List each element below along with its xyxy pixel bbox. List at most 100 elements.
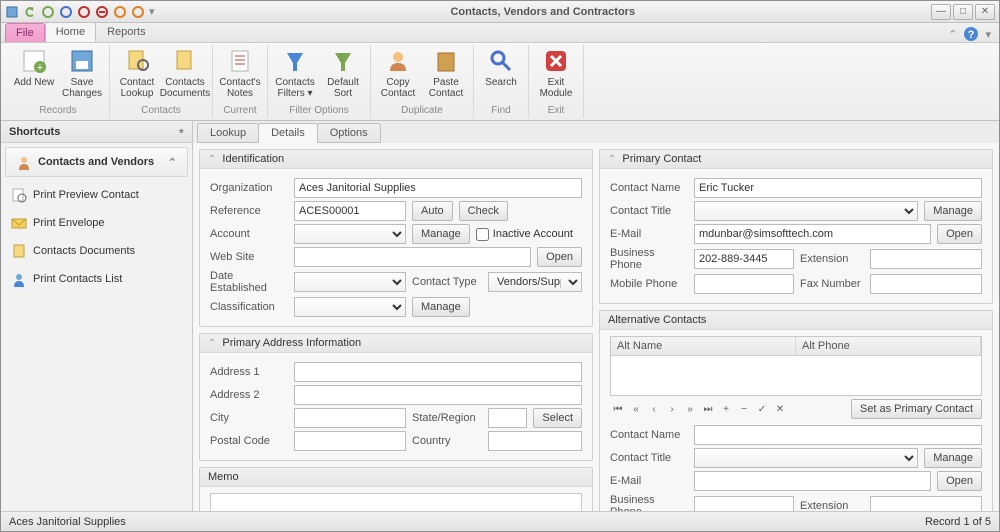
undo-icon[interactable]: [23, 5, 37, 19]
alt-title-select[interactable]: [694, 448, 918, 468]
primary-contact-title: Primary Contact: [622, 153, 701, 165]
contacts-documents-button[interactable]: Contacts Documents: [162, 45, 208, 103]
alt-manage-button[interactable]: Manage: [924, 448, 982, 468]
date-established-select[interactable]: [294, 272, 406, 292]
contact-name-field[interactable]: [694, 178, 982, 198]
status-left: Aces Janitorial Supplies: [9, 516, 126, 528]
reference-field[interactable]: [294, 201, 406, 221]
help-icon[interactable]: ?: [963, 26, 979, 42]
contact-lookup-button[interactable]: Contact Lookup: [114, 45, 160, 103]
extension-field[interactable]: [870, 249, 982, 269]
nav-last-icon[interactable]: ⏭: [700, 401, 716, 417]
redo-icon[interactable]: [41, 5, 55, 19]
sidebar-contacts-documents[interactable]: Contacts Documents: [1, 237, 192, 265]
classification-select[interactable]: [294, 297, 406, 317]
window-title: Contacts, Vendors and Contractors: [155, 6, 931, 18]
save-changes-button[interactable]: Save Changes: [59, 45, 105, 103]
search-button[interactable]: Search: [478, 45, 524, 103]
organization-field[interactable]: [294, 178, 582, 198]
tab-details[interactable]: Details: [258, 123, 318, 143]
open-email-button[interactable]: Open: [937, 224, 982, 244]
sidebar-header[interactable]: Contacts and Vendors⌃: [5, 147, 188, 177]
reports-tab[interactable]: Reports: [96, 22, 157, 42]
open-website-button[interactable]: Open: [537, 247, 582, 267]
collapse-icon[interactable]: ⌃: [208, 338, 216, 349]
save-icon[interactable]: [5, 5, 19, 19]
alt-ext-field[interactable]: [870, 496, 982, 511]
maximize-button[interactable]: □: [953, 4, 973, 20]
collapse-icon[interactable]: ⌃: [208, 154, 216, 165]
select-state-button[interactable]: Select: [533, 408, 582, 428]
address2-field[interactable]: [294, 385, 582, 405]
account-select[interactable]: [294, 224, 406, 244]
nav-next-page-icon[interactable]: »: [682, 401, 698, 417]
svg-text:?: ?: [968, 29, 975, 41]
nav-prev-icon[interactable]: ‹: [646, 401, 662, 417]
nav-first-icon[interactable]: ⏮: [610, 401, 626, 417]
manage-class-button[interactable]: Manage: [412, 297, 470, 317]
alt-contacts-grid[interactable]: Alt NameAlt Phone: [610, 336, 982, 396]
sidebar-print-preview[interactable]: Print Preview Contact: [1, 181, 192, 209]
mobile-phone-field[interactable]: [694, 274, 794, 294]
last-icon[interactable]: [131, 5, 145, 19]
status-right: Record 1 of 5: [925, 516, 991, 528]
alt-open-button[interactable]: Open: [937, 471, 982, 491]
tab-options[interactable]: Options: [317, 123, 381, 143]
minimize-button[interactable]: —: [931, 4, 951, 20]
default-sort-button[interactable]: Default Sort: [320, 45, 366, 103]
fax-field[interactable]: [870, 274, 982, 294]
home-tab[interactable]: Home: [45, 22, 96, 42]
address1-field[interactable]: [294, 362, 582, 382]
paste-contact-button[interactable]: Paste Contact: [423, 45, 469, 103]
inactive-checkbox[interactable]: [476, 228, 489, 241]
copy-contact-button[interactable]: Copy Contact: [375, 45, 421, 103]
alt-contacts-title: Alternative Contacts: [608, 314, 706, 326]
collapse-ribbon-icon[interactable]: ⌃: [948, 28, 957, 41]
next-icon[interactable]: [113, 5, 127, 19]
refresh-icon[interactable]: [59, 5, 73, 19]
sidebar-print-envelope[interactable]: Print Envelope: [1, 209, 192, 237]
state-field[interactable]: [488, 408, 527, 428]
contacts-filters-button[interactable]: Contacts Filters ▾: [272, 45, 318, 103]
shortcuts-title: Shortcuts: [9, 126, 60, 138]
contacts-notes-button[interactable]: Contact's Notes: [217, 45, 263, 103]
contact-title-select[interactable]: [694, 201, 918, 221]
nav-prev-page-icon[interactable]: «: [628, 401, 644, 417]
file-tab[interactable]: File: [5, 23, 45, 42]
identification-title: Identification: [222, 153, 284, 165]
nav-remove-icon[interactable]: −: [736, 401, 752, 417]
website-field[interactable]: [294, 247, 531, 267]
nav-ok-icon[interactable]: ✓: [754, 401, 770, 417]
prev-icon[interactable]: [95, 5, 109, 19]
manage-title-button[interactable]: Manage: [924, 201, 982, 221]
collapse-icon[interactable]: ⌃: [608, 154, 616, 165]
pin-icon[interactable]: ⭑: [179, 126, 184, 137]
manage-account-button[interactable]: Manage: [412, 224, 470, 244]
sidebar-print-contacts-list[interactable]: Print Contacts List: [1, 265, 192, 293]
chevron-up-icon: ⌃: [168, 156, 177, 169]
business-phone-field[interactable]: [694, 249, 794, 269]
set-primary-button[interactable]: Set as Primary Contact: [851, 399, 982, 419]
contact-type-select[interactable]: Vendors/Suppliers: [488, 272, 582, 292]
nav-add-icon[interactable]: +: [718, 401, 734, 417]
auto-button[interactable]: Auto: [412, 201, 453, 221]
first-icon[interactable]: [77, 5, 91, 19]
postal-field[interactable]: [294, 431, 406, 451]
email-field[interactable]: [694, 224, 931, 244]
svg-text:+: +: [37, 62, 43, 74]
exit-module-button[interactable]: Exit Module: [533, 45, 579, 103]
close-button[interactable]: ✕: [975, 4, 995, 20]
country-field[interactable]: [488, 431, 582, 451]
add-new-button[interactable]: +Add New: [11, 45, 57, 103]
address-title: Primary Address Information: [222, 337, 361, 349]
nav-cancel-icon[interactable]: ✕: [772, 401, 788, 417]
alt-email-field[interactable]: [694, 471, 931, 491]
tab-lookup[interactable]: Lookup: [197, 123, 259, 143]
memo-textarea[interactable]: [210, 493, 582, 511]
check-button[interactable]: Check: [459, 201, 508, 221]
alt-bphone-field[interactable]: [694, 496, 794, 511]
nav-next-icon[interactable]: ›: [664, 401, 680, 417]
alt-name-field[interactable]: [694, 425, 982, 445]
memo-title: Memo: [208, 471, 239, 483]
city-field[interactable]: [294, 408, 406, 428]
